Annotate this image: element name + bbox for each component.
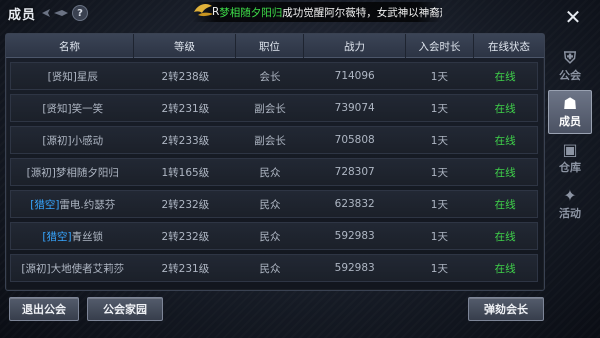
header-power[interactable]: 战力 (304, 34, 406, 58)
member-prefix: [猎空] (42, 230, 72, 243)
member-name-cell: [猎空] 青丝锁 (11, 223, 135, 249)
table-row[interactable]: [源初] 大地使者艾莉莎 2转231级 民众 592983 1天 在线 (10, 254, 538, 282)
member-name-cell: [源初] 梦相随夕阳归 (11, 159, 135, 185)
page-title: 成员 (8, 8, 37, 23)
table-row[interactable]: [猎空] 雷电.约瑟芬 2转232级 民众 623832 1天 在线 (10, 190, 538, 218)
member-name: 笑一笑 (71, 102, 104, 115)
side-tab[interactable]: ✦ 活动 (548, 182, 592, 226)
member-power: 714096 (334, 70, 375, 82)
member-prefix: [贤知] (42, 102, 72, 115)
member-status: 在线 (494, 166, 516, 179)
header-status[interactable]: 在线状态 (474, 34, 544, 58)
side-tab-label: 公会 (559, 69, 581, 82)
member-power: 728307 (334, 166, 375, 178)
member-position: 民众 (259, 230, 281, 243)
member-duration: 1天 (430, 262, 448, 275)
table-header: 名称 等级 职位 战力 入会时长 在线状态 (6, 34, 544, 58)
help-icon[interactable]: ? (72, 5, 88, 21)
member-position: 副会长 (254, 134, 286, 147)
side-tab-label: 仓库 (559, 161, 581, 174)
member-status: 在线 (494, 134, 516, 147)
member-duration: 1天 (430, 166, 448, 179)
member-name-cell: [猎空] 雷电.约瑟芬 (11, 191, 135, 217)
member-status: 在线 (494, 198, 516, 211)
member-prefix: [源初] (26, 166, 56, 179)
side-tab[interactable]: ⛨ 公会 (548, 44, 592, 88)
member-prefix: [源初] (42, 134, 72, 147)
member-name: 小感动 (71, 134, 104, 147)
member-name: 星辰 (76, 70, 98, 83)
member-name-cell: [贤知] 笑一笑 (11, 95, 135, 121)
table-row[interactable]: [源初] 梦相随夕阳归 1转165级 民众 728307 1天 在线 (10, 158, 538, 186)
member-level: 2转238级 (161, 70, 210, 83)
guild-window: 成员 ? R梦相随夕阳归成功觉醒阿尔薇特，女武神以神裔形态 ✕ 名称 等级 职位… (0, 0, 600, 338)
member-prefix: [源初] (21, 262, 51, 275)
ticker-message: 成功觉醒阿尔薇特，女武神以神裔形态 (282, 6, 442, 19)
table-row[interactable]: [猎空] 青丝锁 2转232级 民众 592983 1天 在线 (10, 222, 538, 250)
member-name: 梦相随夕阳归 (55, 166, 119, 179)
member-level: 2转233级 (161, 134, 210, 147)
member-prefix: [贤知] (47, 70, 77, 83)
ticker-player-name: 梦相随夕阳归 (219, 6, 283, 19)
side-tab[interactable]: ▣ 仓库 (548, 136, 592, 180)
activity-icon: ✦ (563, 186, 577, 205)
member-position: 民众 (259, 198, 281, 211)
side-tab[interactable]: ☗ 成员 (548, 90, 592, 134)
member-name: 雷电.约瑟芬 (59, 198, 116, 211)
member-duration: 1天 (430, 198, 448, 211)
member-name-cell: [源初] 大地使者艾莉莎 (11, 255, 135, 281)
header-position[interactable]: 职位 (236, 34, 304, 58)
close-button[interactable]: ✕ (560, 4, 586, 30)
member-duration: 1天 (430, 70, 448, 83)
member-position: 副会长 (254, 102, 286, 115)
header-name[interactable]: 名称 (6, 34, 134, 58)
member-name-cell: [源初] 小感动 (11, 127, 135, 153)
member-status: 在线 (494, 70, 516, 83)
member-name: 大地使者艾莉莎 (50, 262, 125, 275)
member-status: 在线 (494, 230, 516, 243)
golden-wing-icon (192, 0, 216, 22)
side-tab-label: 活动 (559, 207, 581, 220)
members-icon: ☗ (562, 94, 578, 113)
member-power: 623832 (334, 198, 375, 210)
member-level: 2转232级 (161, 198, 210, 211)
member-duration: 1天 (430, 230, 448, 243)
member-level: 2转231级 (161, 262, 210, 275)
side-tabs: ⛨ 公会 ☗ 成员 ▣ 仓库 ✦ 活动 (548, 44, 596, 224)
member-level: 2转232级 (161, 230, 210, 243)
member-duration: 1天 (430, 134, 448, 147)
title-ornament-icon (40, 4, 70, 22)
member-level: 1转165级 (161, 166, 210, 179)
member-power: 592983 (334, 230, 375, 242)
impeach-leader-button[interactable]: 弹劾会长 (468, 297, 544, 321)
member-power: 705808 (334, 134, 375, 146)
table-row[interactable]: [贤知] 笑一笑 2转231级 副会长 739074 1天 在线 (10, 94, 538, 122)
member-position: 民众 (259, 262, 281, 275)
member-status: 在线 (494, 262, 516, 275)
guild-icon: ⛨ (563, 48, 576, 67)
header-level[interactable]: 等级 (134, 34, 236, 58)
member-position: 会长 (259, 70, 281, 83)
members-table: 名称 等级 职位 战力 入会时长 在线状态 [贤知] 星辰 2转238级 会长 7140… (5, 33, 545, 291)
announcement-ticker: R梦相随夕阳归成功觉醒阿尔薇特，女武神以神裔形态 (192, 2, 442, 22)
member-power: 592983 (334, 262, 375, 274)
member-prefix: [猎空] (30, 198, 60, 211)
side-tab-label: 成员 (559, 115, 581, 128)
member-name-cell: [贤知] 星辰 (11, 63, 135, 89)
member-name: 青丝锁 (71, 230, 104, 243)
leave-guild-button[interactable]: 退出公会 (9, 297, 79, 321)
header-duration[interactable]: 入会时长 (406, 34, 474, 58)
table-row[interactable]: [源初] 小感动 2转233级 副会长 705808 1天 在线 (10, 126, 538, 154)
member-duration: 1天 (430, 102, 448, 115)
member-power: 739074 (334, 102, 375, 114)
member-level: 2转231级 (161, 102, 210, 115)
table-row[interactable]: [贤知] 星辰 2转238级 会长 714096 1天 在线 (10, 62, 538, 90)
table-body: [贤知] 星辰 2转238级 会长 714096 1天 在线 [贤知] 笑一笑 2转231级 副会长… (10, 62, 538, 286)
member-position: 民众 (259, 166, 281, 179)
member-status: 在线 (494, 102, 516, 115)
guild-home-button[interactable]: 公会家园 (87, 297, 163, 321)
warehouse-icon: ▣ (562, 140, 578, 159)
